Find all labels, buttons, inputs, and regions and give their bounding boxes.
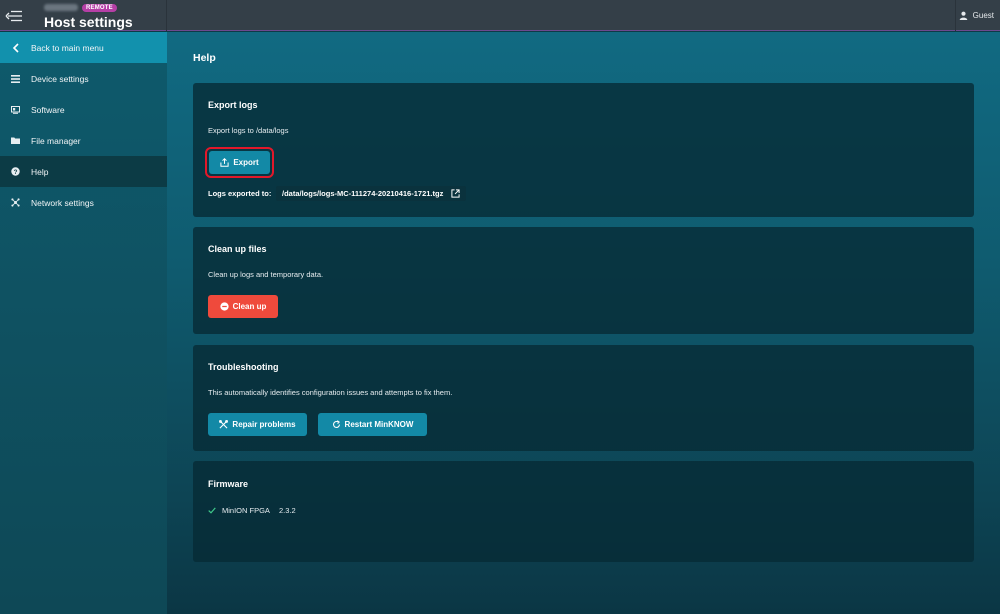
open-external-icon[interactable] (451, 189, 460, 198)
header-divider-right (955, 0, 956, 31)
restart-button-label: Restart MinKNOW (344, 420, 414, 429)
user-icon (959, 11, 967, 20)
app-header: REMOTE Host settings Guest (0, 0, 1000, 31)
tools-icon (219, 420, 229, 429)
refresh-icon (332, 420, 340, 428)
sidebar-item-label: Network settings (31, 197, 94, 208)
sidebar-item-file-manager[interactable]: File manager (0, 125, 167, 156)
page-title: Host settings (44, 14, 133, 30)
sidebar-item-label: Help (31, 166, 49, 177)
sidebar-item-network-settings[interactable]: Network settings (0, 187, 167, 218)
firmware-name: MinION FPGA (222, 506, 270, 515)
card-title: Troubleshooting (208, 362, 279, 372)
export-icon (220, 158, 229, 167)
clean-up-button-label: Clean up (232, 302, 267, 311)
card-title: Firmware (208, 479, 249, 489)
clean-up-button[interactable]: Clean up (208, 295, 278, 318)
header-divider (166, 0, 167, 31)
sidebar-item-help[interactable]: ? Help (0, 156, 167, 187)
sidebar-item-label: Back to main menu (31, 42, 104, 53)
export-logs-card: Export logs Export logs to /data/logs Ex… (193, 83, 974, 217)
firmware-row: MinION FPGA 2.3.2 (208, 506, 296, 515)
card-description: Export logs to /data/logs (208, 126, 289, 135)
section-title: Help (193, 52, 216, 64)
card-title: Export logs (208, 100, 258, 110)
user-name: Guest (972, 11, 994, 20)
card-description: This automatically identifies configurat… (208, 388, 453, 397)
repair-button-label: Repair problems (232, 420, 296, 429)
menu-collapse-icon (5, 10, 22, 21)
main-content: Help Export logs Export logs to /data/lo… (167, 32, 1000, 614)
svg-text:?: ? (14, 169, 18, 176)
repair-problems-button[interactable]: Repair problems (208, 413, 307, 436)
host-id-redacted (44, 4, 78, 11)
user-menu[interactable]: Guest (959, 0, 994, 31)
firmware-card: Firmware MinION FPGA 2.3.2 (193, 461, 974, 562)
folder-icon (0, 137, 31, 144)
network-icon (0, 198, 31, 207)
sidebar-item-label: Device settings (31, 73, 89, 84)
restart-minknow-button[interactable]: Restart MinKNOW (318, 413, 427, 436)
sidebar-item-device-settings[interactable]: Device settings (0, 63, 167, 94)
logs-exported-label: Logs exported to: (208, 189, 272, 198)
exported-path-text: /data/logs/logs-MC-111274-20210416-1721.… (282, 189, 444, 198)
software-icon (0, 105, 31, 114)
chevron-left-icon (0, 42, 31, 53)
card-title: Clean up files (208, 244, 267, 254)
firmware-version: 2.3.2 (278, 506, 296, 515)
check-icon (208, 507, 216, 514)
exported-path: /data/logs/logs-MC-111274-20210416-1721.… (276, 186, 467, 201)
minus-circle-icon (219, 302, 229, 311)
card-description: Clean up logs and temporary data. (208, 270, 324, 279)
sidebar-item-label: Software (31, 104, 65, 115)
help-circle-icon: ? (0, 167, 31, 176)
clean-up-card: Clean up files Clean up logs and tempora… (193, 227, 974, 334)
export-button-label: Export (233, 158, 259, 167)
troubleshooting-card: Troubleshooting This automatically ident… (193, 345, 974, 451)
remote-badge: REMOTE (82, 4, 117, 12)
sidebar-item-label: File manager (31, 135, 81, 146)
sidebar-item-software[interactable]: Software (0, 94, 167, 125)
list-icon (0, 74, 31, 83)
sidebar: Back to main menu Device settings Softwa… (0, 32, 167, 614)
export-button[interactable]: Export (209, 151, 270, 174)
menu-collapse-button[interactable] (0, 0, 28, 31)
sidebar-item-back[interactable]: Back to main menu (0, 32, 167, 63)
